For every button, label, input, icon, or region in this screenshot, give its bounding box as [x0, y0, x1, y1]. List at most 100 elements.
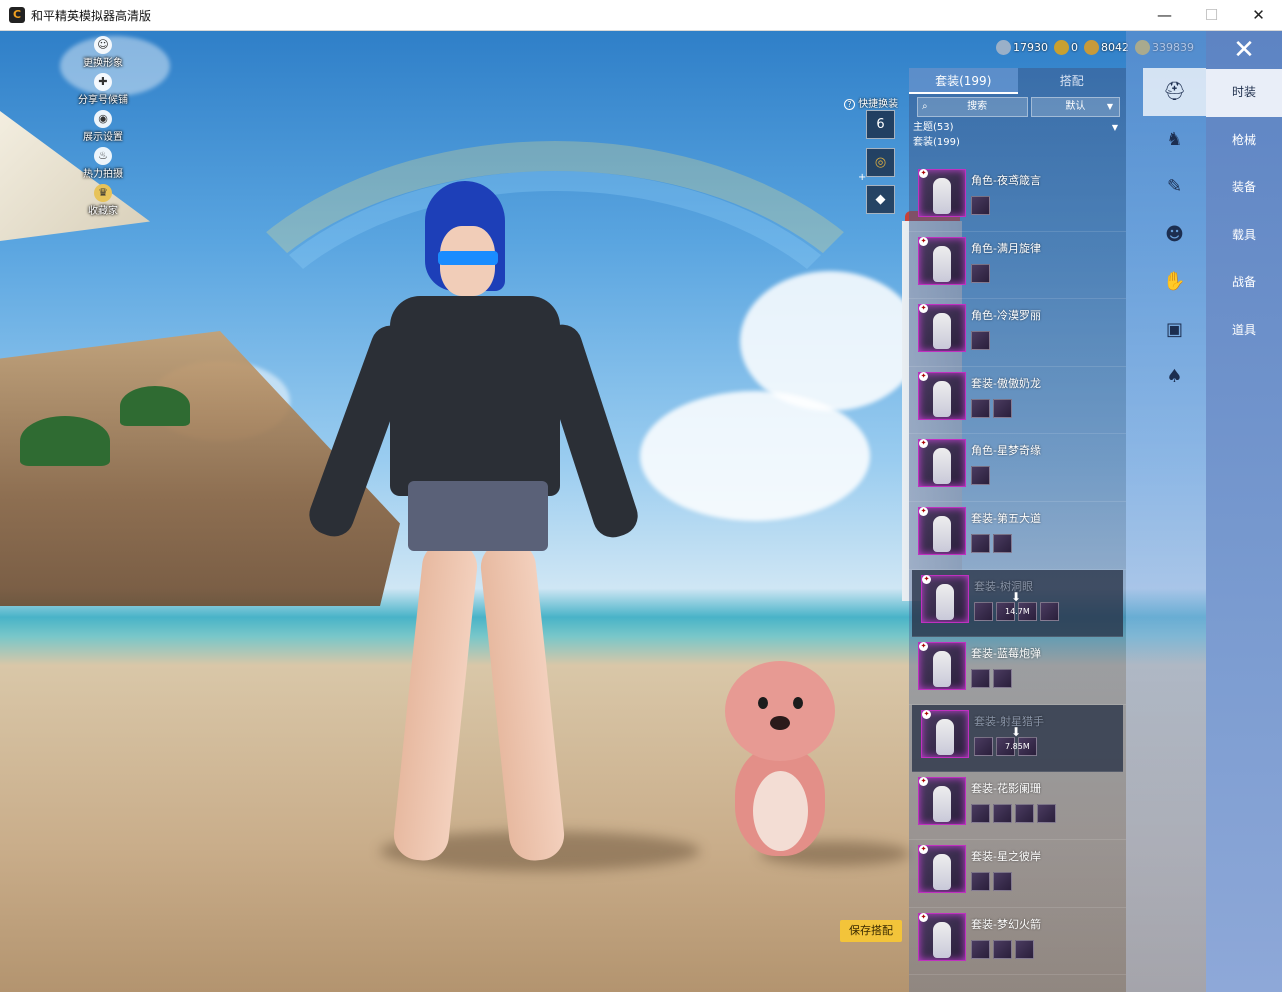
outfit-part-thumbnail[interactable] — [971, 466, 990, 486]
outfit-name: 套装-梦幻火箭 — [971, 917, 1041, 931]
outfit-parts — [971, 466, 990, 486]
category-battle-gear[interactable]: 战备 — [1206, 259, 1282, 307]
quick-diamond-button[interactable]: ◆ — [866, 185, 895, 214]
currency-gold: 0 — [1054, 40, 1078, 55]
outfit-part-thumbnail[interactable] — [974, 736, 993, 756]
cloud — [640, 391, 870, 521]
outfit-item[interactable]: ✦ 套装-第五大道 — [909, 502, 1126, 570]
outfit-part-thumbnail[interactable] — [993, 669, 1012, 689]
save-outfit-button[interactable]: 保存搭配 — [840, 920, 902, 942]
left-menu: ☺ 更换形象 ✚ 分享号候铺 ◉ 展示设置 ♨ 热力拍摄 ♛ 收藏家 — [58, 36, 148, 221]
outfit-part-thumbnail[interactable] — [971, 871, 990, 891]
chevron-down-icon: ▼ — [1106, 102, 1113, 111]
outfit-part-thumbnail[interactable] — [1037, 804, 1056, 824]
close-panel-button[interactable]: ✕ — [1206, 31, 1282, 69]
maximize-button[interactable]: ☐ — [1188, 0, 1235, 31]
outfit-item[interactable]: ✦ 套装-花影阑珊 — [909, 772, 1126, 840]
emblem-icon: ◎ — [874, 155, 887, 170]
close-icon: ✕ — [1233, 35, 1255, 65]
category-fashion[interactable]: 时装 — [1206, 69, 1282, 117]
quick-emblem-button[interactable]: ◎ — [866, 148, 895, 177]
outfit-part-thumbnail[interactable] — [971, 939, 990, 959]
outfit-item[interactable]: ✦ 角色-满月旋律 — [909, 232, 1126, 300]
outfit-part-thumbnail[interactable] — [971, 804, 990, 824]
outfit-part-thumbnail[interactable] — [971, 331, 990, 351]
outfit-part-thumbnail[interactable] — [971, 533, 990, 553]
outfit-part-thumbnail[interactable] — [993, 939, 1012, 959]
app-logo-icon: C — [9, 7, 25, 23]
sort-dropdown[interactable]: 默认 ▼ — [1030, 97, 1120, 117]
download-size: 14.7M — [1005, 606, 1030, 616]
category-props[interactable]: 道具 — [1206, 307, 1282, 355]
eye-icon: ◉ — [94, 110, 112, 128]
share-button[interactable]: ✚ 分享号候铺 — [58, 73, 148, 110]
download-size: 7.85M — [1005, 741, 1030, 751]
download-icon[interactable]: ⬇ — [1011, 590, 1021, 604]
hat-icon: ⛑ — [1163, 81, 1186, 102]
outfit-part-thumbnail[interactable] — [971, 263, 990, 283]
category-outfits[interactable]: 套装(199) — [913, 135, 1126, 150]
change-avatar-button[interactable]: ☺ 更换形象 — [58, 36, 148, 73]
currency-bronze: 8042 — [1084, 40, 1129, 55]
outfit-item[interactable]: ✦ 套装-蓝莓炮弹 — [909, 637, 1126, 705]
gold-coin-icon — [1054, 40, 1069, 55]
outfit-part-thumbnail[interactable] — [993, 398, 1012, 418]
nav-shoe[interactable]: ♠ — [1143, 353, 1206, 401]
outfit-part-thumbnail[interactable] — [1015, 804, 1034, 824]
nav-backpack[interactable]: ▣ — [1143, 306, 1206, 354]
outfit-name: 套装-花影阑珊 — [971, 782, 1041, 796]
outfit-name: 套装-第五大道 — [971, 511, 1041, 525]
outfit-item[interactable]: ✦ 套装-傲傲奶龙 — [909, 367, 1126, 435]
download-icon[interactable]: ⬇ — [1011, 725, 1021, 739]
category-theme[interactable]: 主题(53) ▼ — [913, 120, 1126, 135]
outfit-name: 角色-夜鸢箴言 — [971, 174, 1041, 187]
rarity-badge-icon: ✦ — [922, 574, 931, 584]
tab-outfits[interactable]: 套装(199) — [909, 68, 1018, 94]
outfit-item[interactable]: ✦ 角色-夜鸢箴言 — [909, 164, 1126, 232]
outfit-item[interactable]: ✦ 套装-射星猎手 ⬇ 7.85M — [912, 704, 1123, 773]
icon-nav: ⛑ ♞ ✎ ☻ ✋ ▣ ♠ — [1143, 68, 1206, 401]
category-equipment[interactable]: 装备 — [1206, 164, 1282, 212]
outfit-item[interactable]: ✦ 角色-星梦奇缘 — [909, 434, 1126, 502]
armor-icon: ♞ — [1166, 128, 1183, 150]
category-weapons[interactable]: 枪械 — [1206, 117, 1282, 165]
window-title: 和平精英模拟器高清版 — [31, 8, 152, 23]
outfit-item[interactable]: ✦ 角色-冷漠罗丽 — [909, 299, 1126, 367]
nav-hat[interactable]: ⛑ — [1143, 68, 1206, 116]
photo-button[interactable]: ♨ 热力拍摄 — [58, 147, 148, 184]
outfit-part-thumbnail[interactable] — [993, 804, 1012, 824]
help-icon: ? — [844, 99, 855, 110]
collector-button[interactable]: ♛ 收藏家 — [58, 184, 148, 221]
collector-icon: ♛ — [94, 184, 112, 202]
outfit-part-thumbnail[interactable] — [971, 669, 990, 689]
quick-change-label[interactable]: ? 快捷换装 — [844, 95, 898, 110]
outfit-part-thumbnail[interactable] — [1040, 601, 1059, 621]
avatar-icon: ☺ — [94, 36, 112, 54]
add-icon[interactable]: + — [858, 172, 866, 183]
search-input[interactable]: ⌕ 搜索 — [917, 97, 1028, 117]
palm-tree — [20, 416, 110, 466]
outfit-part-thumbnail[interactable] — [974, 601, 993, 621]
outfit-part-thumbnail[interactable] — [993, 871, 1012, 891]
window-titlebar: C 和平精英模拟器高清版 — ☐ ✕ — [0, 0, 1282, 31]
outfit-item[interactable]: ✦ 套装-树洞眼 ⬇ 14.7M — [912, 569, 1123, 638]
nav-armor[interactable]: ♞ — [1143, 116, 1206, 164]
quick-slot-button[interactable]: 6 — [866, 110, 895, 139]
tab-match[interactable]: 搭配 — [1018, 68, 1127, 94]
nav-glove[interactable]: ✋ — [1143, 258, 1206, 306]
outfit-item[interactable]: ✦ 套装-梦幻火箭 — [909, 908, 1126, 976]
outfit-part-thumbnail[interactable] — [971, 398, 990, 418]
outfit-item[interactable]: ✦ 套装-星之彼岸 — [909, 840, 1126, 908]
display-settings-button[interactable]: ◉ 展示设置 — [58, 110, 148, 147]
outfit-part-thumbnail[interactable] — [1015, 939, 1034, 959]
category-vehicles[interactable]: 载具 — [1206, 212, 1282, 260]
nav-mask[interactable]: ✎ — [1143, 163, 1206, 211]
outfit-part-thumbnail[interactable] — [993, 533, 1012, 553]
outfit-part-thumbnail[interactable] — [971, 196, 990, 215]
backpack-icon: ▣ — [1165, 318, 1183, 340]
nav-face[interactable]: ☻ — [1143, 211, 1206, 259]
close-window-button[interactable]: ✕ — [1235, 0, 1282, 31]
minimize-button[interactable]: — — [1141, 0, 1188, 31]
outfit-parts — [971, 669, 1012, 689]
rarity-badge-icon: ✦ — [919, 169, 928, 178]
